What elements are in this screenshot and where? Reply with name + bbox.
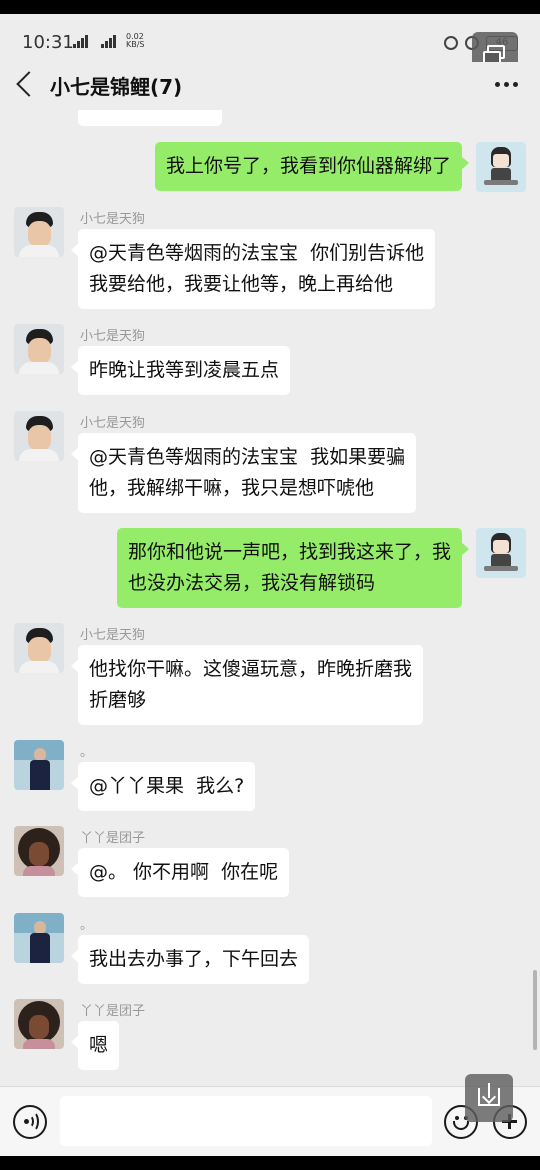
message-input[interactable] [60, 1096, 432, 1146]
sender-name: 丫丫是团子 [80, 1004, 146, 1019]
avatar[interactable] [14, 913, 64, 963]
avatar[interactable] [14, 623, 64, 673]
avatar[interactable] [14, 411, 64, 461]
sender-name: 。 [80, 918, 94, 933]
message-bubble[interactable]: @丫丫果果 我么? [70, 762, 256, 811]
message-bubble[interactable]: 嗯 [70, 1021, 120, 1070]
message-bubble[interactable]: 他找你干嘛。这傻逼玩意，昨晚折磨我 折磨够 [70, 645, 424, 725]
top-black-bar [0, 0, 540, 14]
lock-status-icon [444, 36, 458, 50]
avatar[interactable] [476, 142, 526, 192]
download-icon[interactable] [465, 1074, 513, 1122]
chat-title: 小七是锦鲤(7) [50, 75, 183, 99]
scrollbar[interactable] [533, 970, 537, 1050]
input-bar [0, 1086, 540, 1156]
message-bubble[interactable]: @天青色等烟雨的法宝宝 你们别告诉他 我要给他，我要让他等，晚上再给他 [70, 229, 436, 309]
sender-name: 。 [80, 745, 94, 760]
message-bubble[interactable]: @。 你不用啊 你在呢 [70, 848, 290, 897]
avatar[interactable] [14, 999, 64, 1049]
sender-name: 小七是天狗 [80, 329, 146, 344]
bottom-black-bar [0, 1156, 540, 1170]
sender-name: 丫丫是团子 [80, 831, 146, 846]
avatar[interactable] [14, 826, 64, 876]
sender-name: 小七是天狗 [80, 416, 146, 431]
network-speed: 0.02 KB/S [126, 32, 145, 49]
chevron-left-icon[interactable] [16, 71, 42, 97]
avatar[interactable] [14, 740, 64, 790]
message-bubble[interactable]: 昨晚让我等到凌晨五点 [70, 346, 291, 395]
sender-name: 小七是天狗 [80, 628, 146, 643]
previous-message-bubble [78, 110, 222, 126]
sender-name: 小七是天狗 [80, 212, 146, 227]
status-time: 10:31 [22, 32, 74, 53]
message-bubble[interactable]: 我出去办事了，下午回去 [70, 935, 310, 984]
more-dots-icon[interactable] [495, 82, 518, 87]
message-bubble[interactable]: 我上你号了，我看到你仙器解绑了 [154, 142, 470, 191]
chat-header: 小七是锦鲤(7) [0, 62, 540, 110]
avatar[interactable] [476, 528, 526, 578]
status-bar: 10:31 0.02 KB/S 46 [0, 14, 540, 62]
message-bubble[interactable]: @天青色等烟雨的法宝宝 我如果要骗 他，我解绑干嘛，我只是想吓唬他 [70, 433, 417, 513]
signal-1-icon [73, 34, 88, 48]
message-bubble[interactable]: 那你和他说一声吧，找到我这来了，我 也没办法交易，我没有解锁码 [116, 528, 470, 608]
signal-2-icon [101, 34, 116, 48]
voice-icon[interactable] [13, 1105, 47, 1139]
avatar[interactable] [14, 324, 64, 374]
avatar[interactable] [14, 207, 64, 257]
